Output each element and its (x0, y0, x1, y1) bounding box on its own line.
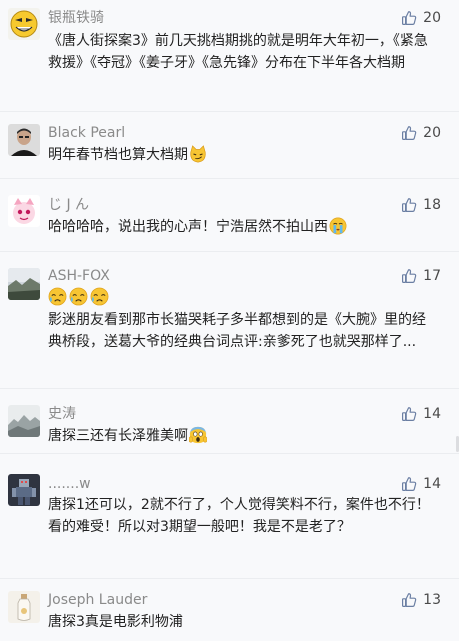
comment-text: 唐探三还有长泽雅美啊 (48, 428, 188, 444)
comment-item: ASH-FOX 17 影迷朋友看到那市长猫哭耗子多半都想到的是《大腕》里的经典桥… (0, 252, 459, 388)
like-button[interactable]: 14 (401, 405, 441, 423)
robot-figure-avatar[interactable] (8, 474, 40, 506)
like-button[interactable]: 17 (401, 267, 441, 285)
like-count: 18 (423, 197, 441, 213)
like-button[interactable]: 13 (401, 591, 441, 609)
sobbing-face-emoji (90, 287, 109, 306)
like-button[interactable]: 20 (401, 9, 441, 27)
thumbs-up-icon (401, 406, 417, 422)
comment-text: 唐探3真是电影利物浦 (48, 614, 183, 630)
username[interactable]: Black Pearl (48, 124, 125, 142)
crying-face-emoji (329, 217, 347, 235)
like-button[interactable]: 20 (401, 124, 441, 142)
thumbs-up-icon (401, 268, 417, 284)
like-count: 20 (423, 125, 441, 141)
comment-feed: 银瓶铁骑 20 《唐人街探案3》前几天挑档期挑的就是明年大年初一，《紧急救援》《… (0, 0, 459, 641)
emoji-row (48, 287, 109, 306)
comment-item: Joseph Lauder 13 唐探3真是电影利物浦 (0, 579, 459, 641)
comment-line: 唐探三还有长泽雅美啊 (48, 425, 431, 447)
username[interactable]: 银瓶铁骑 (48, 9, 104, 27)
comment-text: 影迷朋友看到那市长猫哭耗子多半都想到的是《大腕》里的经典桥段，送葛大爷的经典台词… (48, 312, 426, 350)
comment-line: 哈哈哈哈，说出我的心声！宁浩居然不拍山西 (48, 216, 431, 238)
landscape-photo-avatar[interactable] (8, 268, 40, 300)
comment-text: 《唐人街探案3》前几天挑档期挑的就是明年大年初一，《紧急救援》《夺冠》《姜子牙》… (48, 33, 428, 71)
like-count: 14 (423, 406, 441, 422)
smirk-cat-emoji (190, 145, 206, 163)
like-count: 14 (423, 476, 441, 492)
comment-text: 明年春节档也算大档期 (48, 147, 188, 163)
like-count: 20 (423, 10, 441, 26)
username[interactable]: ASH-FOX (48, 267, 110, 285)
comment-item: Black Pearl 20 明年春节档也算大档期 (0, 112, 459, 178)
like-button[interactable]: 18 (401, 196, 441, 214)
scream-face-emoji (189, 426, 207, 444)
comment-item: 银瓶铁骑 20 《唐人街探案3》前几天挑档期挑的就是明年大年初一，《紧急救援》《… (0, 0, 459, 110)
comment-text: 唐探1还可以，2就不行了，个人觉得笑料不行，案件也不行！看的难受！所以对3期望一… (48, 497, 430, 535)
username[interactable]: じ J ん (48, 196, 89, 214)
sobbing-face-emoji (69, 287, 88, 306)
man-portrait-avatar[interactable] (8, 124, 40, 156)
pink-cartoon-avatar[interactable] (8, 195, 40, 227)
thumbs-up-icon (401, 125, 417, 141)
comment-item: .......w 14 唐探1还可以，2就不行了，个人觉得笑料不行，案件也不行！… (0, 454, 459, 578)
sobbing-face-emoji (48, 287, 67, 306)
comment-item: じ J ん 18 哈哈哈哈，说出我的心声！宁浩居然不拍山西 (0, 179, 459, 251)
comment-text: 哈哈哈哈，说出我的心声！宁浩居然不拍山西 (48, 219, 328, 235)
thumbs-up-icon (401, 592, 417, 608)
username[interactable]: 史涛 (48, 405, 76, 423)
thumbs-up-icon (401, 197, 417, 213)
comment-item: 史涛 14 唐探三还有长泽雅美啊 (0, 389, 459, 453)
like-count: 13 (423, 592, 441, 608)
username[interactable]: Joseph Lauder (48, 591, 147, 609)
like-button[interactable]: 14 (401, 475, 441, 493)
username[interactable]: .......w (48, 475, 91, 493)
thumbs-up-icon (401, 476, 417, 492)
comment-line: 明年春节档也算大档期 (48, 144, 431, 166)
thumbs-up-icon (401, 10, 417, 26)
like-count: 17 (423, 268, 441, 284)
gold-emoji-face-avatar[interactable] (8, 8, 40, 40)
misty-mountain-avatar[interactable] (8, 405, 40, 437)
glass-bottle-avatar[interactable] (8, 591, 40, 623)
